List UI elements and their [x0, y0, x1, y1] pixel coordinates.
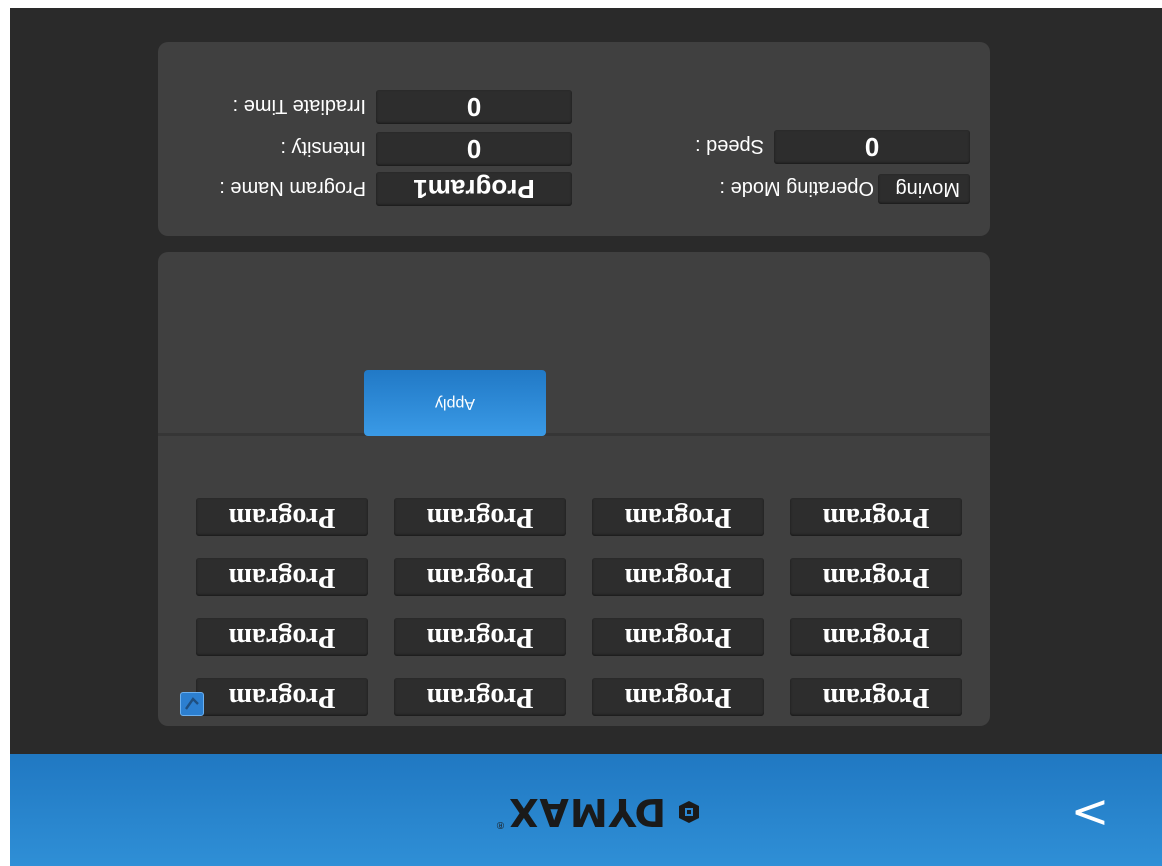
program-button-2[interactable]: Program	[592, 678, 764, 716]
program-button-16[interactable]: Program	[196, 498, 368, 536]
speed-label: Speed :	[695, 135, 764, 157]
program-button-10[interactable]: Program	[592, 558, 764, 596]
program-button-14[interactable]: Program	[592, 498, 764, 536]
program-button-12[interactable]: Program	[196, 558, 368, 596]
intensity-label: Intensity :	[280, 137, 366, 159]
program-button-5[interactable]: Program	[790, 618, 962, 656]
intensity-value: 0	[376, 132, 572, 166]
program-button-7[interactable]: Program	[394, 618, 566, 656]
program-panel: Program Program Program Program Program …	[158, 252, 990, 726]
speed-value: 0	[774, 130, 970, 164]
operating-mode-value: Moving	[878, 174, 970, 204]
program-button-15[interactable]: Program	[394, 498, 566, 536]
app-frame: > DYMAX ® Program Program Program Progra…	[10, 8, 1162, 866]
apply-button[interactable]: Apply	[364, 370, 546, 436]
program-name-label: Program Name :	[219, 177, 366, 199]
program-button-4[interactable]: Program	[196, 678, 368, 716]
program-button-8[interactable]: Program	[196, 618, 368, 656]
program-button-3[interactable]: Program	[394, 678, 566, 716]
logo-registered-mark: ®	[496, 819, 505, 830]
logo-text: DYMAX	[508, 790, 666, 834]
rotated-screen: > DYMAX ® Program Program Program Progra…	[0, 0, 1162, 866]
operating-mode-label: Operating Mode :	[719, 177, 874, 199]
program-button-9[interactable]: Program	[790, 558, 962, 596]
dymax-logo: DYMAX ®	[442, 790, 702, 834]
chevron-right-icon[interactable]: >	[1070, 787, 1110, 841]
status-panel: Moving Operating Mode : 0 Speed : Progra…	[158, 42, 990, 236]
program-button-11[interactable]: Program	[394, 558, 566, 596]
brand-bar: > DYMAX ®	[10, 754, 1162, 866]
program-button-6[interactable]: Program	[592, 618, 764, 656]
irradiate-time-value: 0	[376, 90, 572, 124]
program-select-checkbox[interactable]	[180, 692, 204, 716]
irradiate-time-label: Irradiate Time :	[232, 95, 366, 117]
program-button-1[interactable]: Program	[790, 678, 962, 716]
checkbox-checked-icon	[185, 697, 199, 710]
program-button-13[interactable]: Program	[790, 498, 962, 536]
dymax-emblem-icon	[679, 801, 699, 823]
program-name-value: Program1	[376, 172, 572, 206]
program-grid: Program Program Program Program Program …	[158, 433, 990, 726]
